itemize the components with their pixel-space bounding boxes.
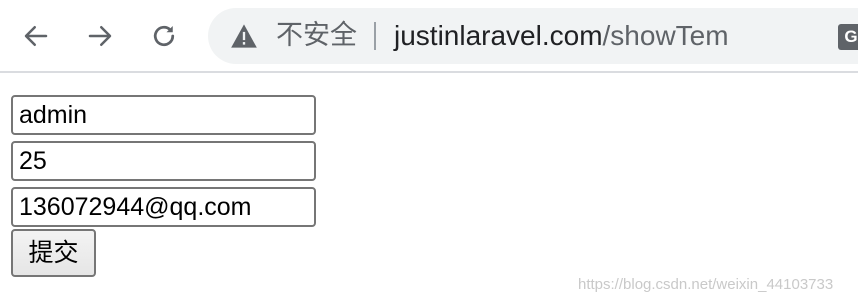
forward-arrow-icon <box>88 26 112 46</box>
reload-icon <box>153 25 175 47</box>
browser-toolbar: 不安全 justinlaravel.com/showTem G <box>0 0 858 73</box>
back-arrow-icon <box>24 26 48 46</box>
warning-triangle-icon[interactable] <box>230 23 258 49</box>
age-input[interactable] <box>11 141 316 181</box>
name-input[interactable] <box>11 95 316 135</box>
security-status-label[interactable]: 不安全 <box>276 20 357 52</box>
forward-button[interactable] <box>80 16 120 56</box>
url-text[interactable]: justinlaravel.com/showTem <box>394 20 729 52</box>
watermark-text: https://blog.csdn.net/weixin_44103733 <box>578 276 834 293</box>
url-host: justinlaravel.com <box>394 20 603 51</box>
back-button[interactable] <box>16 16 56 56</box>
address-bar[interactable]: 不安全 justinlaravel.com/showTem <box>208 8 858 64</box>
submit-button[interactable]: 提交 <box>11 229 96 277</box>
url-path: /showTem <box>602 20 729 51</box>
email-input[interactable] <box>11 187 316 227</box>
omnibox-divider <box>374 22 376 50</box>
translate-icon[interactable]: G <box>838 24 858 50</box>
reload-button[interactable] <box>144 16 184 56</box>
